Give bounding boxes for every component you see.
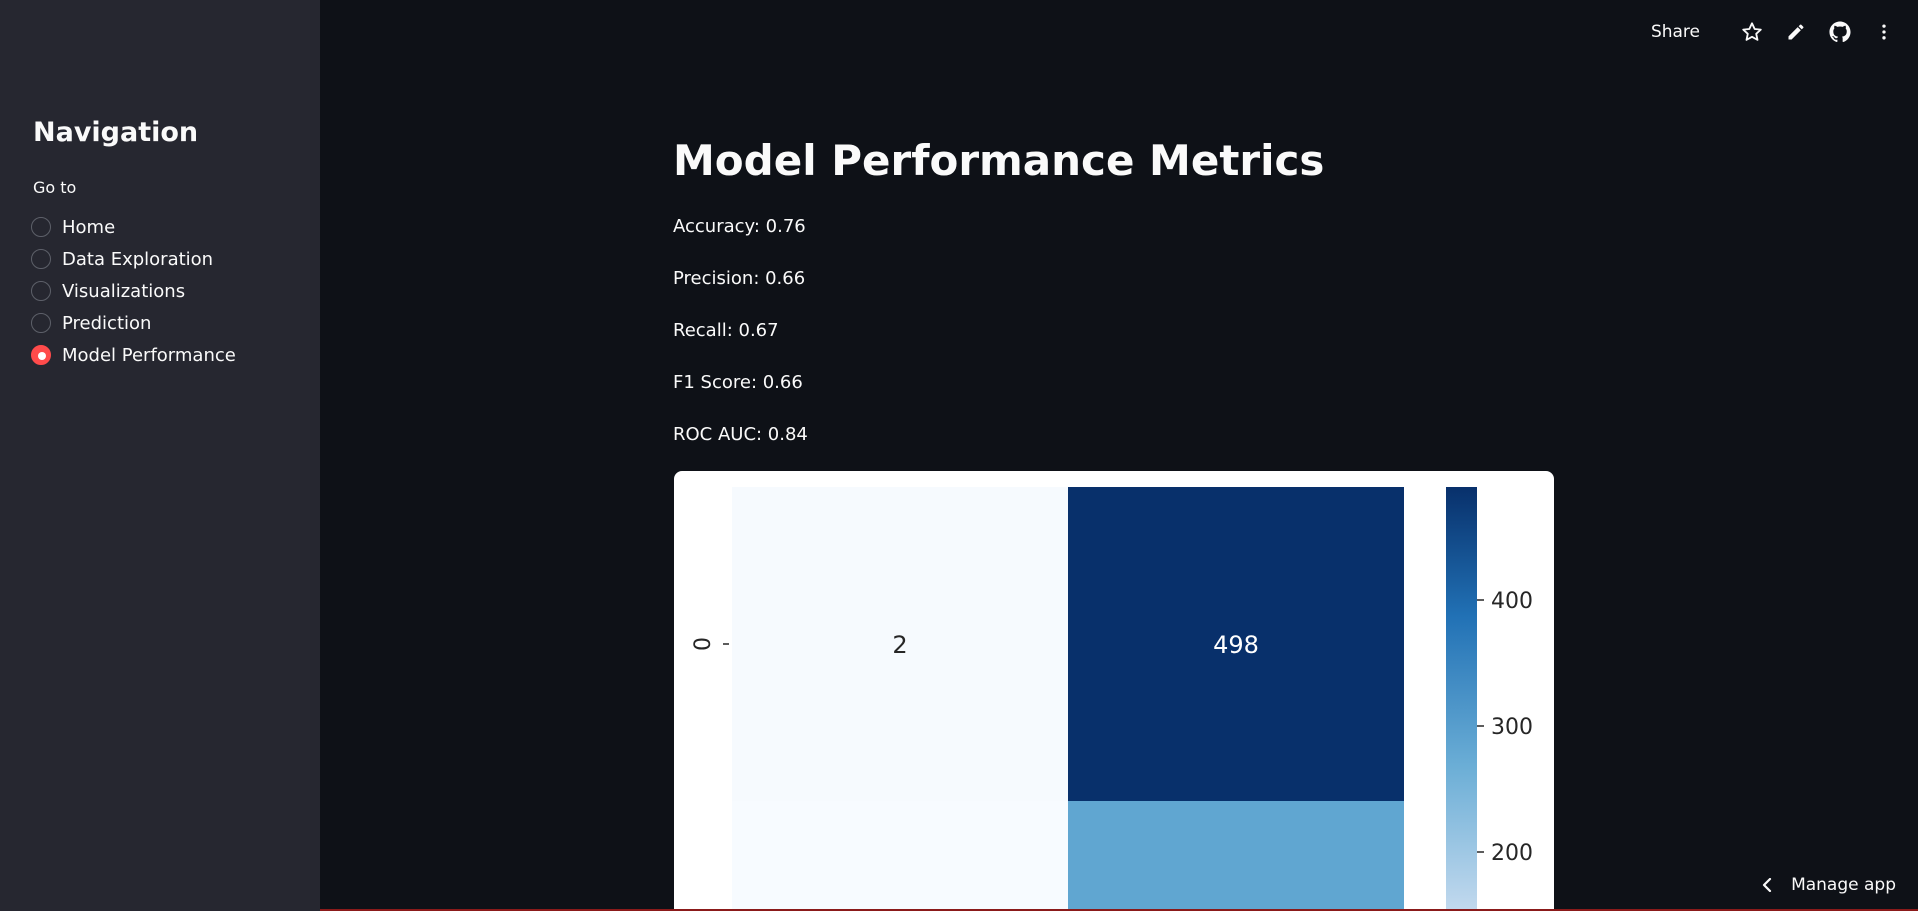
metric-accuracy: Accuracy: 0.76 bbox=[673, 216, 806, 237]
metric-recall: Recall: 0.67 bbox=[673, 320, 779, 341]
metric-roc-auc: ROC AUC: 0.84 bbox=[673, 424, 808, 445]
manage-app-label: Manage app bbox=[1791, 875, 1896, 895]
nav-radio-visualizations[interactable]: Visualizations bbox=[31, 275, 236, 307]
goto-label: Go to bbox=[33, 178, 77, 197]
heatmap-cells bbox=[732, 487, 1404, 911]
radio-button-selected[interactable] bbox=[31, 345, 51, 365]
nav-radio-label: Model Performance bbox=[62, 344, 236, 366]
heatmap-cell-1-1 bbox=[1068, 801, 1404, 911]
page-title: Model Performance Metrics bbox=[673, 136, 1325, 185]
nav-radio-home[interactable]: Home bbox=[31, 211, 236, 243]
pencil-icon[interactable] bbox=[1784, 20, 1808, 44]
heatmap-cell-label: 2 bbox=[892, 631, 907, 659]
chevron-left-icon bbox=[1762, 878, 1772, 892]
manage-app-button[interactable]: Manage app bbox=[1761, 875, 1896, 895]
sidebar: Navigation Go to Home Data Exploration V… bbox=[0, 0, 320, 911]
heatmap-cell-1-0 bbox=[732, 801, 1068, 911]
metric-precision: Precision: 0.66 bbox=[673, 268, 806, 289]
nav-radio-data-exploration[interactable]: Data Exploration bbox=[31, 243, 236, 275]
radio-button[interactable] bbox=[31, 217, 51, 237]
heatmap-cell-label: 498 bbox=[1213, 631, 1259, 659]
nav-radio-model-performance[interactable]: Model Performance bbox=[31, 339, 236, 371]
colorbar-tick-label: 300 bbox=[1491, 715, 1533, 740]
heatmap-y-axis: 0 bbox=[691, 637, 729, 651]
y-axis-tick-label: 0 bbox=[691, 637, 716, 651]
heatmap-svg: 2 498 0 400 300 200 bbox=[691, 487, 1533, 911]
colorbar-tick-label: 400 bbox=[1491, 589, 1533, 614]
nav-radio-label: Data Exploration bbox=[62, 248, 214, 270]
nav-radio-prediction[interactable]: Prediction bbox=[31, 307, 236, 339]
colorbar-ticks: 400 300 200 bbox=[1477, 589, 1533, 866]
radio-button[interactable] bbox=[31, 281, 51, 301]
confusion-matrix-chart: 2 498 0 400 300 200 bbox=[674, 471, 1554, 911]
nav-radio-label: Home bbox=[62, 216, 116, 238]
nav-radio-group: Home Data Exploration Visualizations Pre… bbox=[31, 211, 236, 371]
github-icon[interactable] bbox=[1828, 20, 1852, 44]
sidebar-title: Navigation bbox=[33, 117, 199, 148]
radio-button[interactable] bbox=[31, 249, 51, 269]
nav-radio-label: Visualizations bbox=[62, 280, 186, 302]
top-toolbar: Share bbox=[1651, 20, 1896, 44]
colorbar-tick-label: 200 bbox=[1491, 841, 1533, 866]
colorbar bbox=[1446, 487, 1477, 911]
radio-button[interactable] bbox=[31, 313, 51, 333]
nav-radio-label: Prediction bbox=[62, 312, 152, 334]
share-button[interactable]: Share bbox=[1651, 22, 1700, 42]
metric-f1-score: F1 Score: 0.66 bbox=[673, 372, 803, 393]
kebab-menu-icon[interactable] bbox=[1872, 20, 1896, 44]
star-icon[interactable] bbox=[1740, 20, 1764, 44]
